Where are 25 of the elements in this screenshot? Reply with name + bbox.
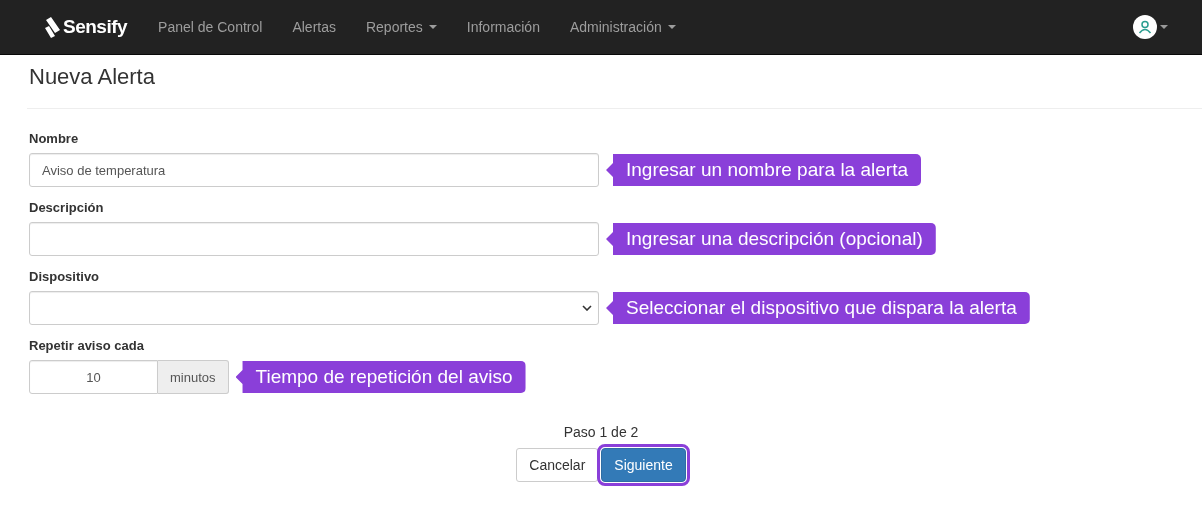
brand-logo[interactable]: Sensify bbox=[44, 16, 128, 38]
page-title: Nueva Alerta bbox=[29, 65, 156, 89]
nav-link[interactable]: Alertas bbox=[277, 19, 351, 35]
step-indicator: Paso 1 de 2 bbox=[562, 424, 640, 440]
text-field[interactable]: Aviso de temperatura bbox=[29, 153, 599, 187]
cancel-button[interactable]: Cancelar bbox=[516, 448, 599, 482]
nav-link[interactable]: Reportes bbox=[350, 19, 452, 35]
nav-link[interactable]: Panel de Control bbox=[143, 19, 278, 35]
field-label: Repetir aviso cada bbox=[29, 338, 145, 353]
callout-tooltip: Seleccionar el dispositivo que dispara la alerta bbox=[606, 292, 1030, 324]
field-label: Nombre bbox=[29, 131, 80, 146]
field-label: Descripción bbox=[29, 200, 105, 215]
nav-link[interactable]: Administración bbox=[554, 19, 691, 35]
number-field[interactable]: 10 bbox=[29, 360, 158, 394]
chevron-down-icon bbox=[582, 305, 592, 311]
user-avatar-icon[interactable] bbox=[1133, 15, 1157, 39]
callout-tooltip: Ingresar un nombre para la alerta bbox=[606, 154, 921, 186]
callout-tooltip: Tiempo de repetición del aviso bbox=[235, 361, 526, 393]
brand-name: Sensify bbox=[63, 16, 128, 38]
field-label: Dispositivo bbox=[29, 269, 101, 284]
nav-link[interactable]: Información bbox=[451, 19, 555, 35]
logo-icon bbox=[44, 16, 62, 38]
unit-addon: minutos bbox=[158, 360, 229, 394]
caret-icon[interactable] bbox=[1160, 24, 1168, 30]
callout-tooltip: Ingresar una descripción (opcional) bbox=[606, 223, 936, 255]
